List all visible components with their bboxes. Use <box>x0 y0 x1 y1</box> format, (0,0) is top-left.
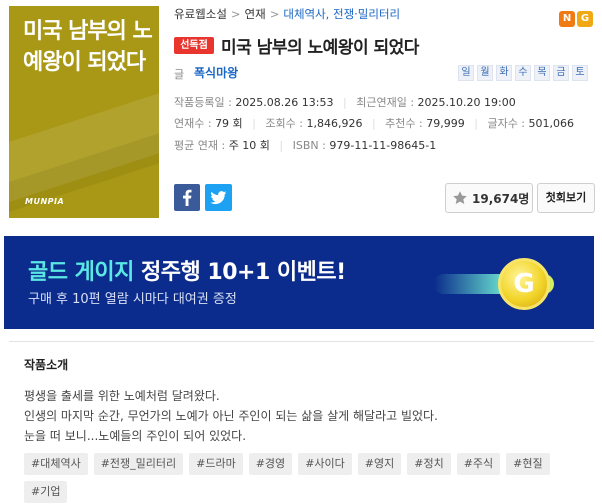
avg-label: 평균 연재 : <box>174 139 226 152</box>
author-label: 글 <box>174 68 185 81</box>
intro-title: 작품소개 <box>24 358 69 372</box>
author-link[interactable]: 폭식마왕 <box>194 64 238 81</box>
banner-highlight: 골드 게이지 <box>28 260 134 285</box>
day-mon: 월 <box>477 65 493 81</box>
tag-item[interactable]: #사이다 <box>298 453 352 475</box>
breadcrumb: 유료웹소설 > 연재 > 대체역사, 전쟁·밀리터리 <box>174 6 400 22</box>
recs-label: 추천수 : <box>385 117 423 130</box>
divider: | <box>343 96 347 109</box>
tag-item[interactable]: #경영 <box>248 453 293 475</box>
divider: | <box>371 117 376 130</box>
banner-subtext: 구매 후 10편 열람 시마다 대여권 증정 <box>28 292 237 307</box>
registered-date: 2025.08.26 13:53 <box>235 96 334 109</box>
tag-item[interactable]: #전쟁_밀리터리 <box>93 453 184 475</box>
cover-publisher-logo: MUNPIA <box>25 197 65 206</box>
tag-list: #대체역사 #전쟁_밀리터리 #드라마 #경영 #사이다 #영지 #정치 #주식… <box>24 453 584 503</box>
facebook-share-button[interactable] <box>174 184 200 211</box>
banner-headline: 골드 게이지 정주행 10+1 이벤트! <box>28 254 346 286</box>
episodes-count: 79 회 <box>215 117 243 130</box>
day-wed: 수 <box>515 65 531 81</box>
breadcrumb-item-serial[interactable]: 연재 <box>245 7 266 21</box>
day-tue: 화 <box>496 65 512 81</box>
episodes-label: 연재수 : <box>174 117 212 130</box>
meta-dates: 작품등록일 : 2025.08.26 13:53 | 최근연재일 : 2025.… <box>174 94 516 110</box>
views-label: 조회수 : <box>265 117 303 130</box>
recommend-count: 19,674명 <box>472 191 530 206</box>
tag-item[interactable]: #드라마 <box>189 453 243 475</box>
tag-item[interactable]: #현질 <box>506 453 550 475</box>
chars-label: 글자수 : <box>487 117 526 130</box>
event-banner[interactable]: 골드 게이지 정주행 10+1 이벤트! 구매 후 10편 열람 시마다 대여권… <box>4 236 594 329</box>
isbn-value: 979-11-11-98645-1 <box>329 139 437 152</box>
isbn-label: ISBN : <box>292 139 326 152</box>
twitter-share-button[interactable] <box>205 184 232 211</box>
day-sat: 토 <box>572 65 588 81</box>
cover-image[interactable]: 미국 남부의 노예왕이 되었다 MUNPIA <box>9 6 159 218</box>
twitter-icon <box>210 191 227 205</box>
chars-count: 501,066 <box>528 117 575 130</box>
section-divider <box>9 341 594 342</box>
synopsis-line: 평생을 출세를 위한 노예처럼 달려왔다. <box>24 389 220 403</box>
exclusive-badge: 선독점 <box>174 37 214 54</box>
first-episode-button[interactable]: 첫회보기 <box>537 183 595 213</box>
breadcrumb-item-paid-novel[interactable]: 유료웹소설 <box>174 7 227 21</box>
facebook-icon <box>183 189 192 206</box>
gold-coin-icon: G <box>498 258 550 310</box>
registered-label: 작품등록일 : <box>174 96 232 109</box>
day-sun: 일 <box>458 65 474 81</box>
recs-count: 79,999 <box>426 117 465 130</box>
tag-item[interactable]: #기업 <box>24 481 68 503</box>
chevron-right-icon: > <box>269 7 280 21</box>
synopsis: 평생을 출세를 위한 노예처럼 달려왔다. 인생의 마지막 순간, 무언가의 노… <box>24 386 438 446</box>
views-count: 1,846,926 <box>306 117 363 130</box>
serial-days: 일 월 화 수 목 금 토 <box>458 65 588 81</box>
tag-item[interactable]: #영지 <box>357 453 402 475</box>
star-icon <box>453 191 467 204</box>
tag-item[interactable]: #정치 <box>407 453 451 475</box>
latest-label: 최근연재일 : <box>356 96 415 109</box>
divider: | <box>279 139 284 152</box>
banner-headline-rest: 정주행 10+1 이벤트! <box>133 260 346 285</box>
day-thu: 목 <box>534 65 550 81</box>
tag-item[interactable]: #대체역사 <box>24 453 88 475</box>
meta-stats: 연재수 : 79 회 | 조회수 : 1,846,926 | 추천수 : 79,… <box>174 115 574 131</box>
avg-value: 주 10 회 <box>228 139 270 152</box>
synopsis-line: 눈을 떠 보니...노예들의 주인이 되어 있었다. <box>24 429 247 443</box>
synopsis-line: 인생의 마지막 순간, 무언가의 노예가 아닌 주인이 되는 삶을 살게 해달라… <box>24 409 438 423</box>
latest-date: 2025.10.20 19:00 <box>417 96 516 109</box>
divider: | <box>474 117 478 130</box>
new-badge: N <box>559 11 575 27</box>
cover-title: 미국 남부의 노예왕이 되었다 <box>23 19 153 75</box>
recommend-button[interactable]: 19,674명 <box>445 183 533 213</box>
chevron-right-icon: > <box>230 7 241 21</box>
gold-badge: G <box>577 11 593 27</box>
novel-title: 미국 남부의 노예왕이 되었다 <box>221 38 419 58</box>
meta-extra: 평균 연재 : 주 10 회 | ISBN : 979-11-11-98645-… <box>174 137 436 153</box>
day-fri: 금 <box>553 65 569 81</box>
divider: | <box>252 117 256 130</box>
breadcrumb-item-genre[interactable]: 대체역사, 전쟁·밀리터리 <box>283 7 400 21</box>
tag-item[interactable]: #주식 <box>456 453 501 475</box>
